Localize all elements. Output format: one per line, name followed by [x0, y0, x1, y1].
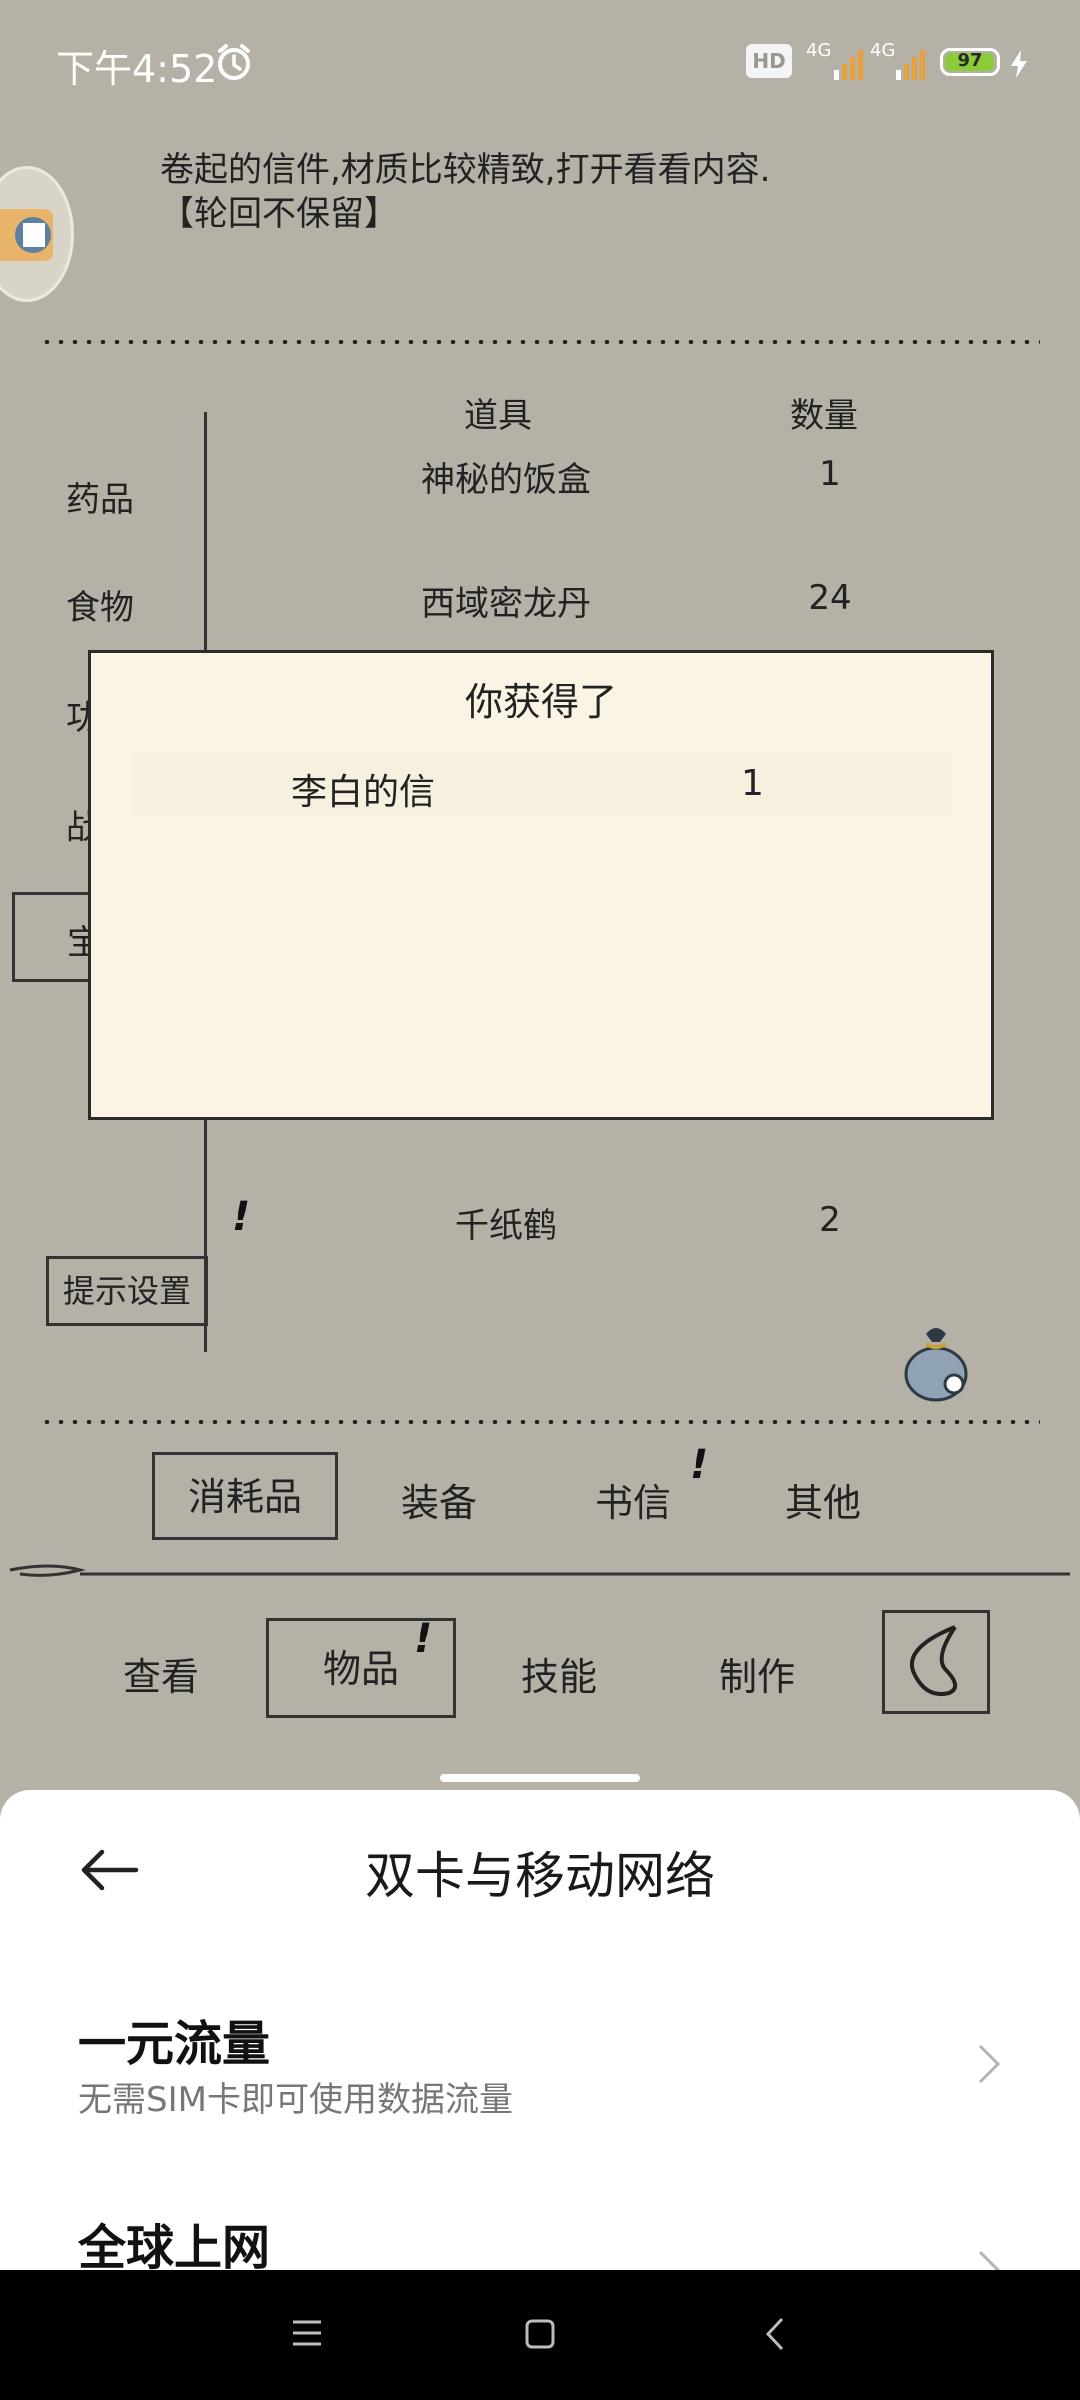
system-nav-bar [0, 2270, 1080, 2400]
alarm-icon [218, 44, 250, 80]
charging-icon [1011, 50, 1027, 78]
option-title: 全球上网 [78, 2220, 271, 2270]
description-line-2: 【轮回不保留】 [160, 194, 398, 234]
home-icon[interactable] [524, 2318, 556, 2350]
item-description: 卷起的信件,材质比较精致,打开看看内容. 【轮回不保留】 [160, 148, 770, 236]
letters-new-mark: ! [690, 1442, 709, 1488]
sheet-drag-handle[interactable] [440, 1774, 640, 1782]
tab-consumables[interactable]: 消耗品 [152, 1452, 338, 1540]
new-item-mark: ! [232, 1194, 251, 1240]
item-name-1[interactable]: 神秘的饭盒 [356, 452, 656, 501]
tab-other[interactable]: 其他 [730, 1472, 916, 1527]
battery-icon: 97 [940, 48, 1000, 76]
column-header-item: 道具 [464, 396, 532, 436]
tab-view[interactable]: 查看 [68, 1646, 254, 1701]
item-qty-1: 1 [819, 454, 841, 494]
dotted-divider-bottom [40, 1420, 1040, 1424]
item-qty-2: 24 [808, 578, 852, 618]
option-title: 一元流量 [78, 2016, 271, 2072]
chevron-right-icon [978, 2044, 1001, 2084]
item-qty-3: 2 [819, 1200, 841, 1240]
dialog-title: 你获得了 [464, 680, 617, 724]
money-bag-icon[interactable] [896, 1316, 976, 1406]
items-new-mark: ! [414, 1616, 433, 1662]
hd-badge: HD [746, 44, 792, 78]
tab-craft[interactable]: 制作 [664, 1646, 850, 1701]
status-bar: 下午4:52 HD 4G 4G 97 [0, 0, 1080, 120]
game-back-icon [909, 1625, 957, 1696]
sheet-title: 双卡与移动网络 [365, 1847, 715, 1905]
tab-equipment[interactable]: 装备 [346, 1472, 532, 1527]
brush-divider [9, 1564, 1070, 1577]
category-medicine[interactable]: 药品 [66, 472, 134, 521]
category-food[interactable]: 食物 [66, 580, 134, 629]
hint-settings-button[interactable]: 提示设置 [46, 1256, 208, 1326]
option-subtitle: 无需SIM卡即可使用数据流量 [78, 2080, 513, 2120]
option-global-roaming[interactable]: 全球上网 [0, 2200, 1080, 2270]
column-header-qty: 数量 [790, 396, 858, 436]
item-name-3[interactable]: 千纸鹤 [356, 1198, 656, 1247]
option-one-yuan-data[interactable]: 一元流量 无需SIM卡即可使用数据流量 [0, 1990, 1080, 2150]
battery-percent: 97 [957, 50, 983, 71]
reward-dialog[interactable]: 你获得了 李白的信 1 [88, 650, 994, 1120]
game-back-button[interactable] [882, 1610, 990, 1714]
status-time: 下午4:52 [56, 47, 218, 91]
signal-icon-2 [896, 50, 925, 80]
reward-item-name: 李白的信 [291, 772, 436, 813]
tab-skills[interactable]: 技能 [466, 1646, 652, 1701]
reward-item-qty: 1 [741, 763, 764, 804]
menu-icon[interactable] [290, 2318, 324, 2348]
back-icon[interactable] [764, 2316, 786, 2352]
chevron-right-icon [978, 2250, 1001, 2270]
item-name-2[interactable]: 西域密龙丹 [356, 576, 656, 625]
signal-icon-1 [834, 50, 863, 80]
dotted-divider-top [40, 340, 1040, 344]
description-line-1: 卷起的信件,材质比较精致,打开看看内容. [160, 150, 771, 190]
reward-row [131, 753, 951, 817]
